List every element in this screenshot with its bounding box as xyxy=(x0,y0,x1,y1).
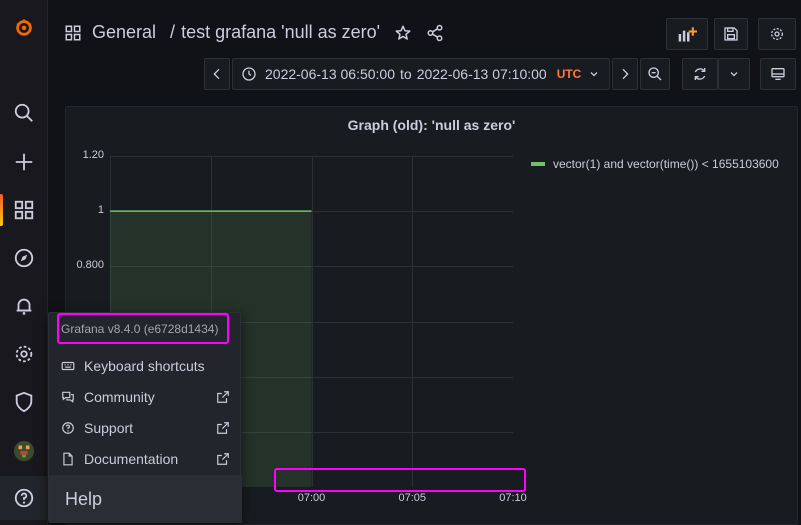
external-link-icon xyxy=(217,453,229,465)
grafana-logo-icon xyxy=(16,18,32,36)
plus-icon xyxy=(15,153,33,171)
help-button[interactable] xyxy=(0,476,48,520)
time-range-to: 2022-06-13 07:10:00 xyxy=(416,66,547,82)
compass-icon xyxy=(14,248,34,268)
chevron-down-icon xyxy=(730,72,738,77)
time-range-to-word: to xyxy=(400,66,412,82)
dashboard-navbar: General / test grafana 'null as zero' 20… xyxy=(48,0,801,100)
help-menu-item[interactable]: Community xyxy=(49,382,242,412)
keyboard-icon xyxy=(61,361,75,371)
apps-icon xyxy=(65,25,81,40)
dashboard-title[interactable]: test grafana 'null as zero' xyxy=(181,22,380,43)
panel-title[interactable]: Graph (old): 'null as zero' xyxy=(66,117,797,133)
refresh-interval-dropdown[interactable] xyxy=(718,58,750,90)
x-axis-highlight xyxy=(274,468,526,492)
legend-swatch xyxy=(531,162,545,166)
time-range-picker[interactable]: 2022-06-13 06:50:00 to 2022-06-13 07:10:… xyxy=(232,58,610,90)
breadcrumb: General / test grafana 'null as zero' xyxy=(64,22,444,43)
time-range-from: 2022-06-13 06:50:00 xyxy=(265,66,395,82)
x-tick-label: 07:10 xyxy=(499,492,527,504)
star-icon[interactable] xyxy=(394,24,412,42)
configuration-button[interactable] xyxy=(0,334,48,374)
y-tick-label: 1.20 xyxy=(82,149,104,161)
legend-label: vector(1) and vector(time()) < 165510360… xyxy=(553,157,779,171)
clock-icon xyxy=(242,67,256,81)
help-menu-item[interactable]: Keyboard shortcuts xyxy=(49,351,242,381)
dashboards-button[interactable] xyxy=(0,190,48,230)
bell-icon xyxy=(16,298,32,315)
add-panel-button[interactable] xyxy=(666,18,708,50)
server-admin-button[interactable] xyxy=(0,382,48,422)
external-link-icon xyxy=(217,391,229,403)
apps-icon xyxy=(14,200,34,220)
angle-left-icon xyxy=(213,68,220,80)
y-tick-label: 0.800 xyxy=(76,259,104,272)
timezone-label: UTC xyxy=(556,67,582,81)
comments-icon xyxy=(62,391,74,403)
help-menu-header[interactable]: Help xyxy=(49,475,242,523)
profile-button[interactable] xyxy=(0,431,48,471)
legend-item[interactable]: vector(1) and vector(time()) < 165510360… xyxy=(531,157,779,171)
search-button[interactable] xyxy=(0,93,48,133)
question-circle-icon xyxy=(14,488,34,508)
shield-icon xyxy=(15,391,33,413)
monitor-icon xyxy=(771,68,785,80)
grafana-logo[interactable] xyxy=(0,7,48,47)
explore-button[interactable] xyxy=(0,238,48,278)
help-menu-item-label: Community xyxy=(84,389,155,405)
breadcrumb-folder[interactable]: General xyxy=(92,22,156,43)
tv-mode-button[interactable] xyxy=(760,58,796,90)
x-tick-label: 07:00 xyxy=(297,492,326,504)
cog-icon xyxy=(771,28,783,40)
breadcrumb-separator: / xyxy=(170,22,176,42)
document-icon xyxy=(63,452,73,466)
sync-icon xyxy=(694,68,706,80)
time-shift-back-button[interactable] xyxy=(204,58,230,90)
sidebar xyxy=(0,0,48,525)
x-tick-label: 07:05 xyxy=(398,492,427,504)
alerting-button[interactable] xyxy=(0,286,48,326)
chevron-down-icon xyxy=(590,72,598,77)
y-tick-label: 1 xyxy=(97,204,104,217)
add-panel-icon xyxy=(678,27,697,42)
zoom-out-button[interactable] xyxy=(640,58,670,90)
help-menu-item[interactable]: Support xyxy=(49,413,242,443)
save-icon xyxy=(724,27,738,41)
search-icon xyxy=(14,103,33,122)
save-dashboard-button[interactable] xyxy=(714,18,748,50)
external-link-icon xyxy=(217,422,229,434)
version-highlight xyxy=(57,313,229,344)
time-shift-forward-button[interactable] xyxy=(612,58,638,90)
cog-icon xyxy=(15,345,33,363)
search-minus-icon xyxy=(648,67,662,81)
dashboard-settings-button[interactable] xyxy=(758,18,796,50)
share-icon[interactable] xyxy=(426,24,444,42)
help-menu-item-label: Documentation xyxy=(84,451,179,467)
angle-right-icon xyxy=(622,68,629,80)
question-circle-icon xyxy=(62,422,74,434)
create-button[interactable] xyxy=(0,142,48,182)
help-menu-item-label: Keyboard shortcuts xyxy=(84,358,205,374)
help-menu-item-label: Support xyxy=(84,420,134,436)
help-menu-item[interactable]: Documentation xyxy=(49,444,242,474)
refresh-button[interactable] xyxy=(682,58,718,90)
avatar xyxy=(13,440,35,462)
